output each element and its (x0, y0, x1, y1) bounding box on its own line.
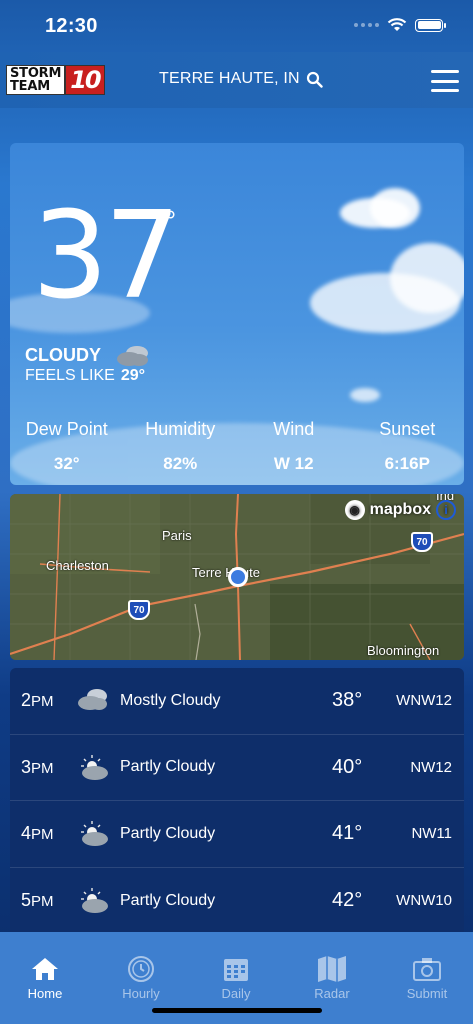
home-icon (10, 954, 80, 984)
map-label-paris: Paris (162, 528, 192, 543)
status-time: 12:30 (45, 15, 98, 37)
hourly-temp: 42° (332, 889, 363, 912)
hourly-row[interactable]: 4PM Partly Cloudy 41° NW11 (10, 801, 464, 868)
feels-like: FEELS LIKE 29° (25, 367, 146, 384)
mostly-cloudy-icon (78, 689, 107, 710)
partly-cloudy-icon (81, 754, 108, 780)
calendar-icon (201, 954, 271, 984)
tab-daily[interactable]: Daily (201, 954, 271, 1001)
clock-icon (106, 954, 176, 984)
camera-icon (392, 954, 462, 984)
hourly-row[interactable]: 2PM Mostly Cloudy 38° WNW12 (10, 668, 464, 735)
current-condition: CLOUDY (25, 342, 151, 368)
tab-radar[interactable]: Radar (297, 954, 367, 1001)
sky-cloud-decoration (350, 388, 380, 402)
map-label-bloomington: Bloomington (367, 643, 440, 658)
stat-humidity: Humidity 82% (145, 419, 216, 473)
current-temperature: 37 (32, 187, 181, 326)
current-stats: Dew Point 32° Humidity 82% Wind W 12 Sun… (10, 419, 464, 474)
sky-cloud-decoration (390, 243, 464, 313)
stat-sunset: Sunset 6:16P (379, 419, 436, 473)
status-icons (354, 18, 446, 32)
current-conditions-card: 37 ° CLOUDY FEELS LIKE 29° Dew Point 32° … (10, 143, 464, 485)
temperature-degree: ° (165, 205, 177, 236)
storm-team-10-logo[interactable]: STORM TEAM 10 (6, 64, 116, 96)
signal-icon (354, 23, 379, 27)
hourly-temp: 41° (332, 822, 363, 845)
tab-home[interactable]: Home (10, 954, 80, 1001)
info-icon[interactable]: i (436, 500, 456, 520)
status-bar: 12:30 (0, 0, 473, 52)
interstate-70-shield: 70 (411, 532, 433, 552)
location-search-button[interactable]: TERRE HAUTE, IN (159, 70, 323, 88)
hourly-wind: WNW10 (396, 892, 452, 910)
radar-map-preview[interactable]: Paris Charleston Terre Haute Bloomington… (10, 494, 464, 660)
hourly-forecast-list: 2PM Mostly Cloudy 38° WNW12 3PM Partly C… (10, 668, 464, 934)
sky-cloud-decoration (370, 188, 420, 228)
hourly-wind: NW12 (410, 758, 452, 776)
hourly-row[interactable]: 5PM Partly Cloudy 42° WNW10 (10, 868, 464, 935)
hourly-condition: Mostly Cloudy (120, 691, 221, 709)
hourly-wind: WNW12 (396, 692, 452, 710)
cloudy-icon (117, 346, 148, 366)
hourly-condition: Partly Cloudy (120, 891, 216, 909)
mapbox-logo-icon: ◉ (344, 500, 365, 520)
tab-submit[interactable]: Submit (392, 954, 462, 1001)
logo-text: STORM TEAM (6, 65, 66, 95)
tab-hourly[interactable]: Hourly (106, 954, 176, 1001)
hourly-wind: NW11 (411, 825, 452, 843)
map-label-charleston: Charleston (46, 558, 109, 573)
partly-cloudy-icon (81, 821, 108, 846)
wifi-icon (387, 18, 407, 31)
search-icon (306, 71, 323, 88)
feels-like-value: 29° (120, 367, 146, 384)
hourly-row[interactable]: 3PM Partly Cloudy 40° NW12 (10, 735, 464, 801)
hamburger-menu-icon[interactable] (431, 70, 459, 92)
hourly-condition: Partly Cloudy (120, 824, 216, 842)
battery-icon (415, 18, 446, 32)
logo-number: 10 (65, 65, 105, 95)
stat-wind: Wind W 12 (273, 419, 315, 473)
location-pin-icon (228, 567, 248, 587)
hourly-condition: Partly Cloudy (120, 758, 216, 776)
partly-cloudy-icon (81, 887, 108, 913)
interstate-70-shield: 70 (128, 600, 150, 620)
hourly-temp: 38° (332, 689, 363, 712)
hourly-temp: 40° (332, 755, 363, 778)
app-header: STORM TEAM 10 TERRE HAUTE, IN (0, 52, 473, 108)
map-label-terre-haute: Terre Haute (192, 565, 260, 580)
mapbox-attribution[interactable]: ◉ mapbox i (344, 500, 456, 520)
location-label: TERRE HAUTE, IN (159, 70, 300, 87)
stat-dew-point: Dew Point 32° (25, 419, 108, 473)
home-indicator (152, 1008, 322, 1013)
map-icon (297, 954, 367, 984)
